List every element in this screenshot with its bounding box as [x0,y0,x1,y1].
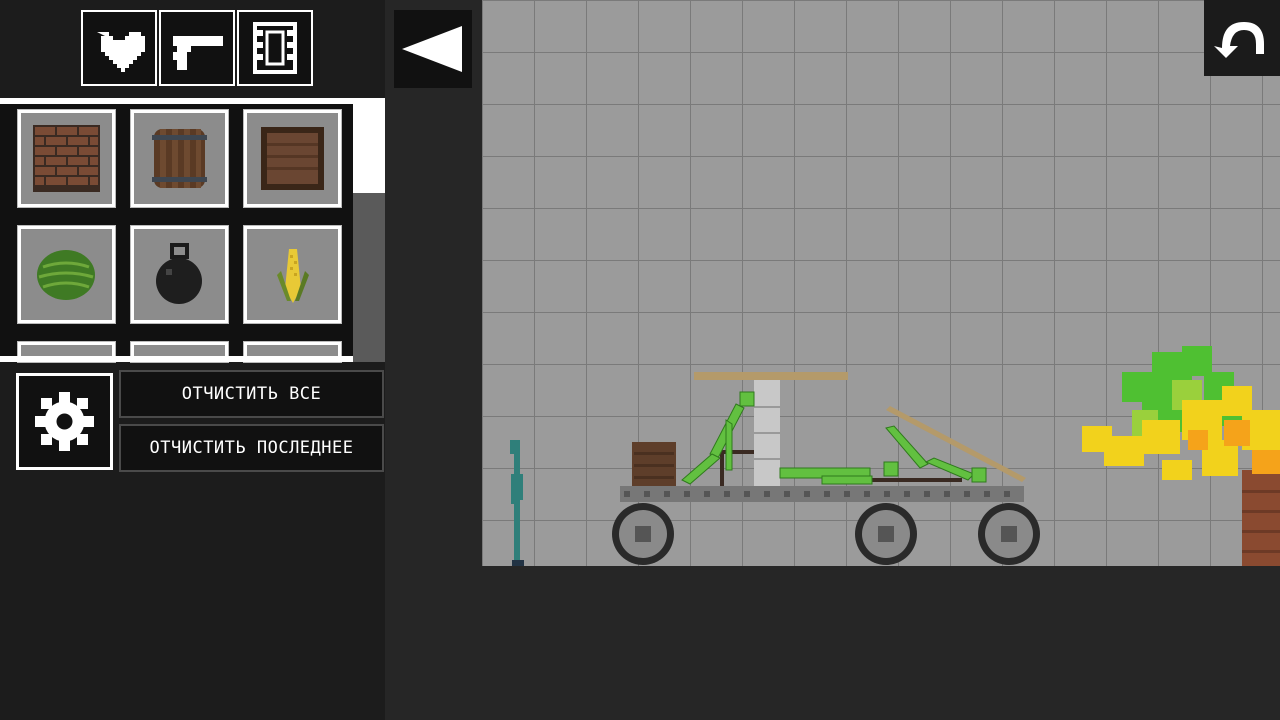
item-weight[interactable] [130,225,229,324]
item-wooden-crate[interactable] [243,109,342,208]
android-figure [510,440,524,566]
heart-icon [97,32,145,72]
item-scrollbar-thumb[interactable] [353,98,385,193]
kettlebell-icon [156,243,202,304]
undo-arrow-icon [1214,22,1264,58]
collapse-menu-button[interactable] [394,10,472,88]
sandbox-play-area[interactable] [482,0,1280,566]
undo-button[interactable] [1204,0,1280,76]
watermelon-icon [37,250,95,300]
item-grid-frame [0,98,353,104]
pistol-icon [173,36,223,70]
crate-icon [261,127,324,190]
barrel-icon [152,129,207,188]
clear-last-button[interactable]: ОТЧИСТИТЬ ПОСЛЕДНЕЕ [119,424,384,472]
category-machinery-button[interactable] [237,10,313,86]
item-corn[interactable] [243,225,342,324]
item-brick-wall[interactable] [17,109,116,208]
fire-effect [1082,346,1280,566]
vehicle [612,372,1040,565]
category-living-button[interactable] [81,10,157,86]
item-grid-frame [0,356,353,362]
ground-floor [482,566,1280,720]
film-frame-icon [253,22,297,74]
clear-all-button[interactable]: ОТЧИСТИТЬ ВСЕ [119,370,384,418]
item-barrel[interactable] [130,109,229,208]
gear-icon [35,392,94,451]
settings-button[interactable] [16,373,113,470]
brick-icon [33,125,100,192]
left-arrow-icon [402,26,462,72]
category-firearms-button[interactable] [159,10,235,86]
menu-divider-column [385,0,482,720]
sandbox-scene [510,346,1280,566]
corn-icon [277,249,309,303]
item-watermelon[interactable] [17,225,116,324]
